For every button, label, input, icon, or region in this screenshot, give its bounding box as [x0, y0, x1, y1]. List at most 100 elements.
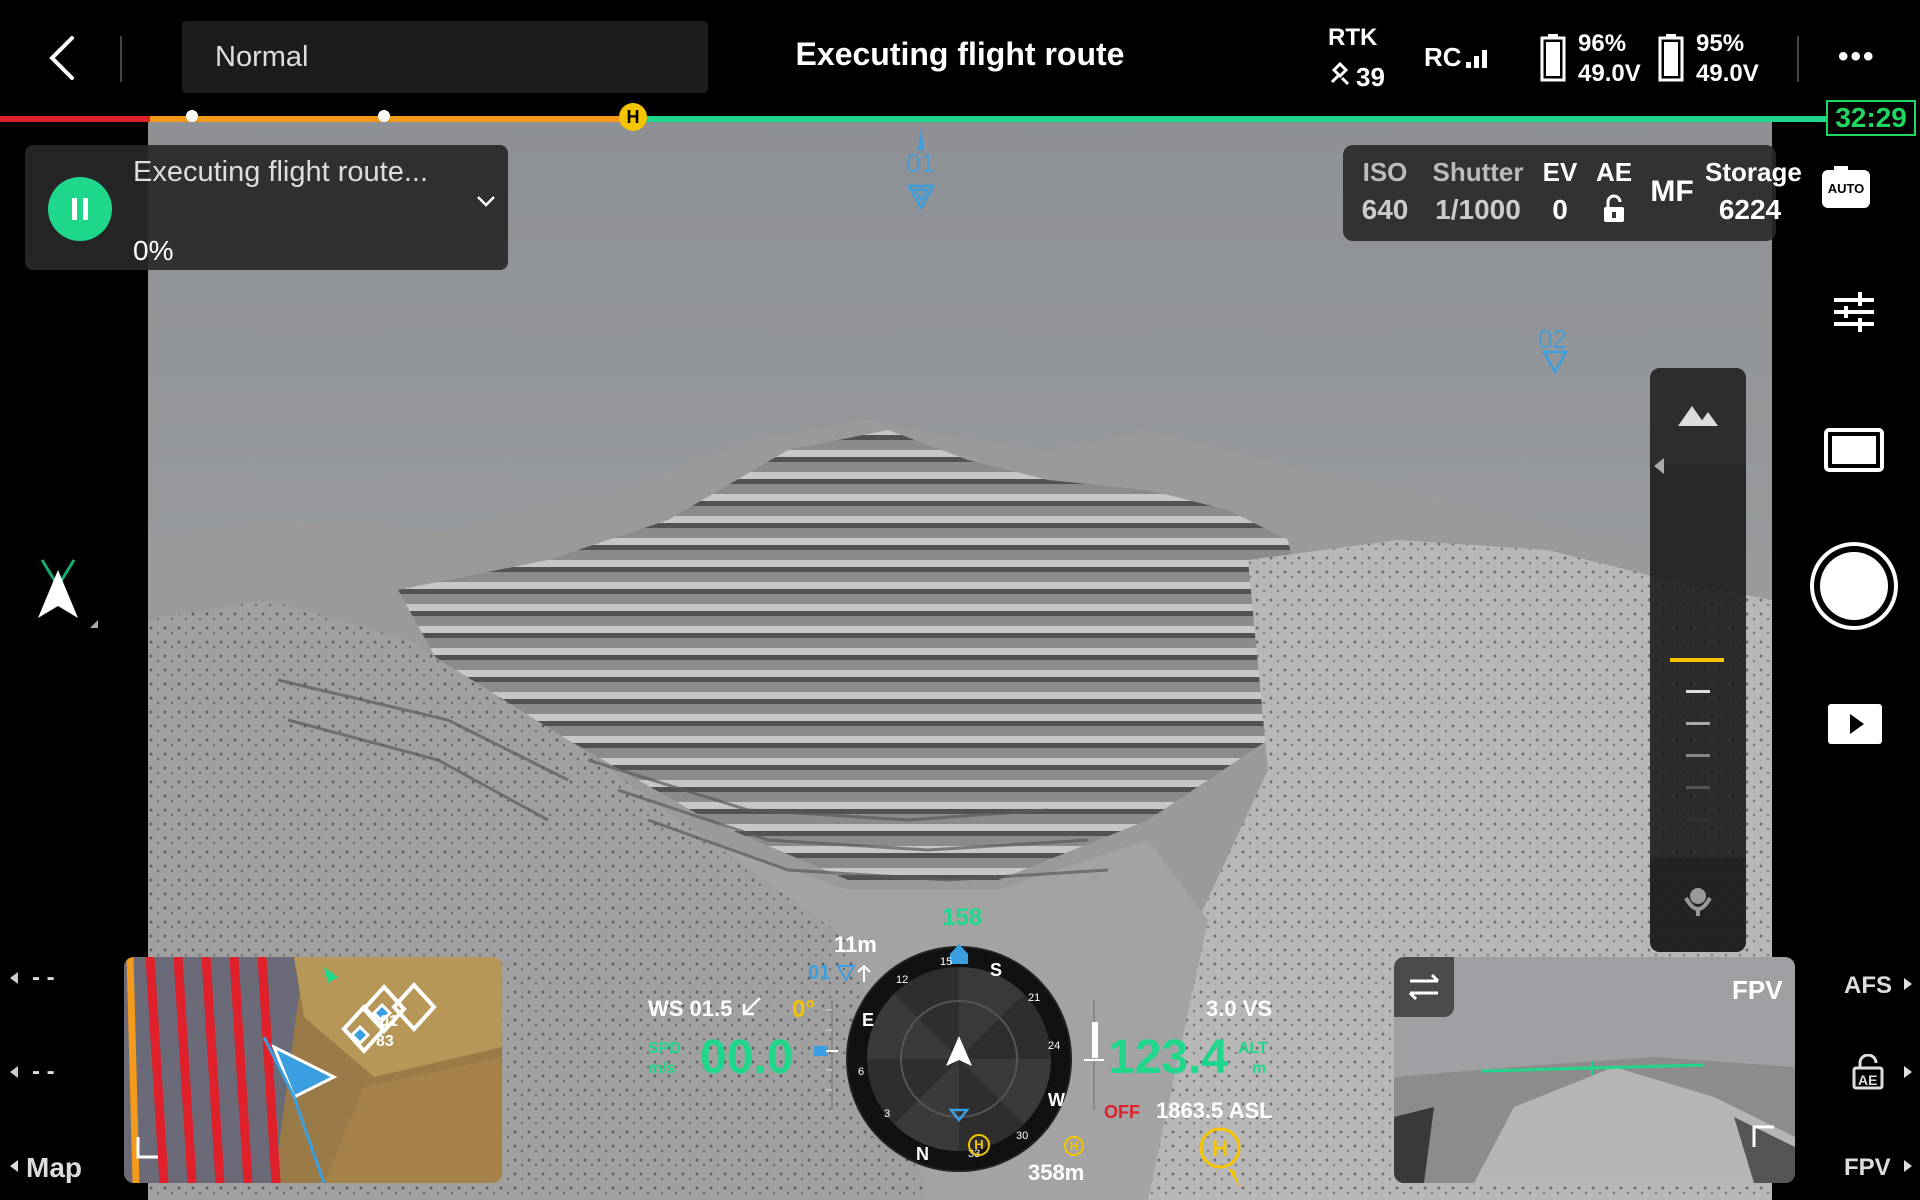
compass-tick: 12 [896, 974, 909, 986]
task-status-text: Executing flight route... [133, 156, 428, 188]
north-arrow-icon[interactable] [36, 556, 106, 635]
battery1-voltage: 49.0V [1578, 60, 1641, 87]
altitude-asl: 1863.5 ASL [1156, 1098, 1273, 1123]
compass-tick: 30 [1016, 1130, 1029, 1142]
triangle-right-icon [1902, 976, 1914, 997]
mountain-icon [1678, 406, 1718, 426]
signal-strength-icon [1464, 44, 1494, 75]
focus-mode[interactable]: MF [1647, 175, 1697, 209]
focus-slider-panel[interactable] [1650, 368, 1746, 952]
rtk-label: RTK [1328, 24, 1378, 51]
pause-route-button[interactable] [48, 177, 112, 241]
view-mode-button[interactable] [1824, 428, 1884, 477]
compass-e: E [862, 1010, 875, 1030]
shutter-button[interactable] [1810, 542, 1898, 630]
chevron-left-icon [49, 36, 74, 80]
timeline-waypoint-dot [186, 110, 198, 122]
route-progress-timeline [0, 112, 1826, 124]
auto-badge: AUTO [1827, 181, 1865, 196]
settings-sliders-button[interactable] [1830, 288, 1878, 341]
task-status-panel[interactable]: Executing flight route... 0% [25, 145, 508, 270]
heading-readout: 158 [942, 904, 983, 931]
home-point-marker: H [619, 103, 647, 131]
camera-parameters-panel[interactable]: ISO 640 Shutter 1/1000 EV 0 AE MF Storag… [1343, 145, 1802, 241]
altitude-label: ALT [1238, 1040, 1268, 1057]
svg-text:H: H [1212, 1136, 1228, 1161]
horizontal-speed: 00.0 [700, 1031, 794, 1084]
wind-direction-icon [740, 996, 762, 1023]
waypoint-label: 01 [906, 148, 935, 178]
triangle-left-icon [8, 1158, 20, 1179]
left-rail-item-2[interactable]: - - [32, 1058, 55, 1086]
home-icon: H [1064, 1136, 1084, 1156]
ae-lock-label: AE [1858, 1072, 1878, 1088]
slider-tick [1686, 690, 1710, 693]
compass-tick: 6 [858, 1066, 865, 1078]
minimap-label: 83 [376, 1033, 394, 1050]
chevron-down-icon[interactable] [475, 193, 497, 214]
ev-param[interactable]: EV 0 [1535, 157, 1585, 226]
screen-icon [1824, 428, 1884, 472]
satellite-icon [1328, 61, 1352, 91]
unlock-icon [1604, 194, 1624, 222]
map-toggle-button[interactable]: Map [26, 1152, 82, 1184]
sliders-icon [1834, 292, 1874, 332]
slider-pointer-icon [1652, 456, 1666, 481]
fpv-label: FPV [1732, 975, 1783, 1005]
rc-label: RC [1424, 42, 1462, 72]
triangle-left-icon [8, 970, 20, 991]
home-distance: 358m [1028, 1160, 1085, 1185]
fpv-camera-view[interactable]: FPV [1394, 957, 1795, 1183]
camera-auto-button[interactable]: AUTO [1822, 166, 1870, 208]
more-menu-button[interactable]: ••• [1838, 40, 1876, 74]
home-direction-icon: H [1199, 1126, 1246, 1197]
flight-mode-selector[interactable]: Normal [182, 21, 708, 93]
compass-tick: 21 [1028, 992, 1041, 1004]
task-progress: 0% [133, 235, 174, 266]
iso-param[interactable]: ISO 640 [1357, 157, 1413, 226]
battery2-voltage: 49.0V [1696, 60, 1759, 87]
pause-icon [72, 198, 88, 220]
minimap-label: 01 [380, 1013, 398, 1030]
remaining-flight-time: 32:29 [1826, 100, 1916, 136]
battery-icon [1540, 34, 1566, 87]
compass-tick: 24 [1048, 1040, 1061, 1052]
rtk-satellite-count: 39 [1356, 62, 1385, 92]
slider-tick [1686, 722, 1710, 725]
shutter-param[interactable]: Shutter 1/1000 [1423, 157, 1533, 226]
altitude: 123.4 [1108, 1031, 1229, 1084]
playback-button[interactable] [1828, 704, 1882, 749]
compass-tick: 3 [884, 1108, 891, 1120]
speed-label: SPD [648, 1040, 681, 1057]
swap-view-button[interactable] [1394, 957, 1454, 1017]
page-title: Executing flight route [795, 36, 1125, 72]
vertical-speed: 3.0 VS [1206, 996, 1273, 1021]
fpv-toggle-button[interactable]: FPV [1844, 1154, 1891, 1182]
timeline-waypoint-dot [378, 110, 390, 122]
back-button[interactable] [40, 30, 84, 86]
play-icon [1828, 704, 1882, 744]
swap-icon [1408, 973, 1440, 1001]
compass-tick: 15 [940, 956, 953, 968]
compass-w: W [1048, 1090, 1065, 1110]
compass-n: N [916, 1144, 929, 1164]
left-rail-item-1[interactable]: - - [32, 964, 55, 992]
obstacle-avoidance-status: OFF [1104, 1102, 1140, 1122]
compass-attitude-indicator [844, 944, 1074, 1179]
home-icon: H [968, 1134, 990, 1156]
next-waypoint-label: 01 [808, 962, 831, 984]
battery2-percent: 95% [1696, 30, 1745, 57]
focus-level-indicator [1670, 658, 1724, 662]
divider [1797, 36, 1799, 82]
ae-lock-param[interactable]: AE [1589, 157, 1639, 229]
afs-button[interactable]: AFS [1844, 972, 1892, 1000]
macro-focus-button[interactable] [1650, 858, 1746, 952]
waypoint-triangle-icon [836, 962, 872, 989]
speed-tape [812, 1000, 848, 1115]
altitude-unit: m [1252, 1060, 1267, 1077]
minimap[interactable]: 01 83 [124, 957, 502, 1183]
speed-unit: m/s [648, 1060, 676, 1077]
infinity-focus-button[interactable] [1650, 368, 1746, 464]
slider-tick [1686, 786, 1710, 789]
wind-speed: WS 01.5 [648, 996, 733, 1021]
